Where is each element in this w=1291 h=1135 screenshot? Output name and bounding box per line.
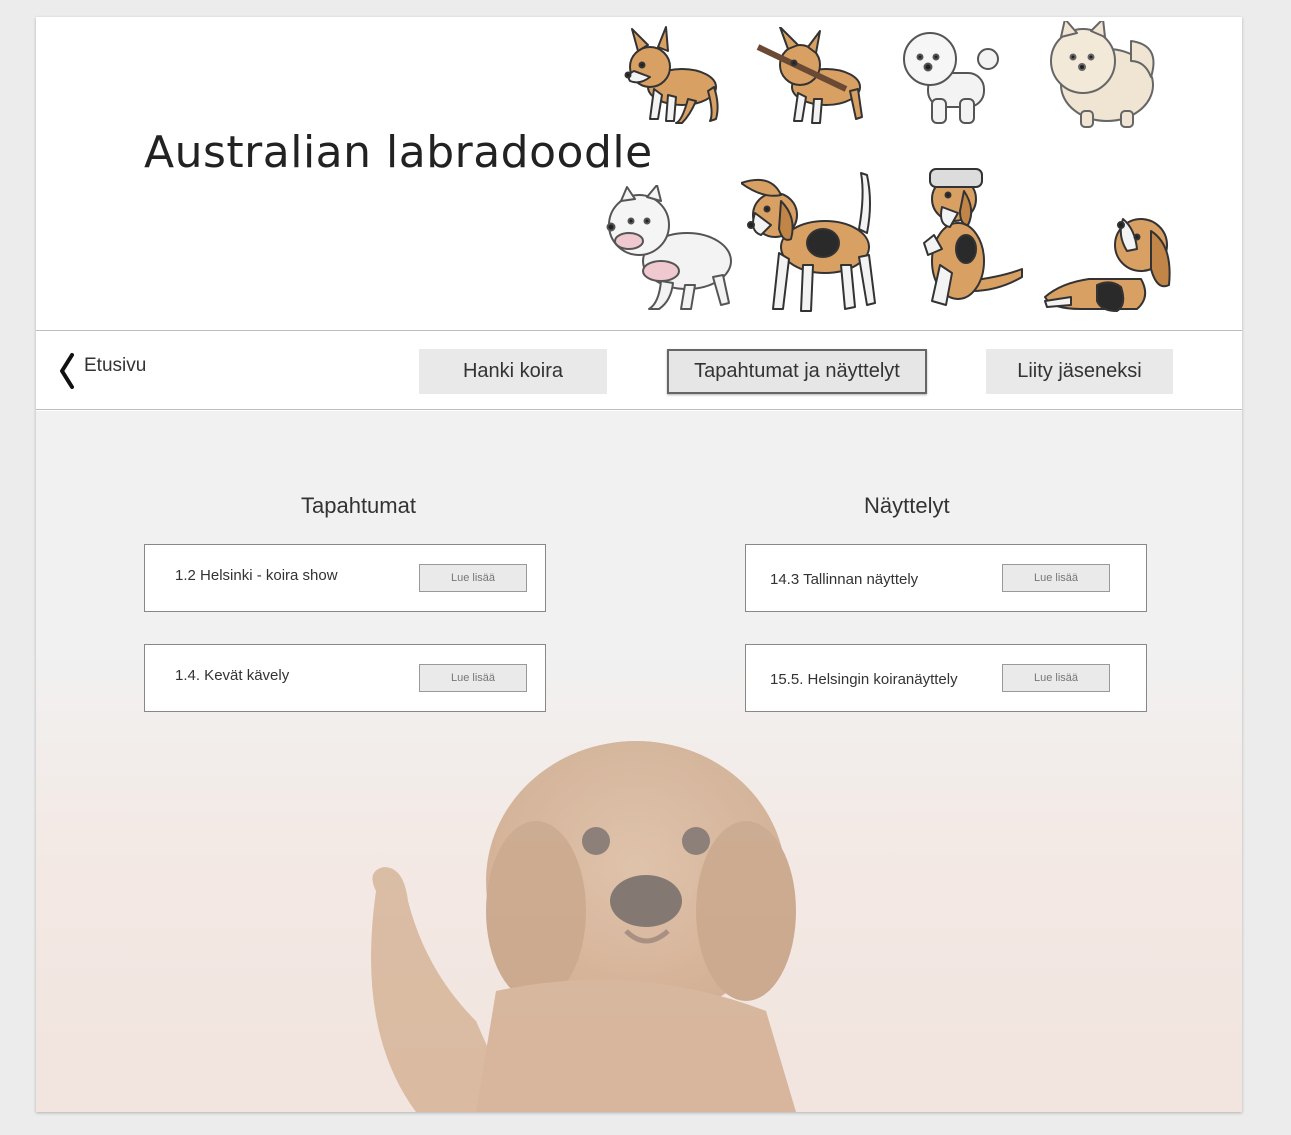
show-card: 14.3 Tallinnan näyttely Lue lisää [745,544,1147,612]
read-more-button[interactable]: Lue lisää [419,664,527,692]
pomeranian-icon [1050,21,1155,128]
show-card: 15.5. Helsingin koiranäyttely Lue lisää [745,644,1147,712]
labradoodle-photo [371,741,796,1112]
beagle-lying-icon [1044,218,1171,312]
bichon-icon [903,32,999,124]
event-card: 1.4. Kevät kävely Lue lisää [144,644,546,712]
read-more-button[interactable]: Lue lisää [1002,564,1110,592]
bulldog-icon [606,185,732,310]
nav-get-dog-button[interactable]: Hanki koira [419,349,607,394]
event-label: 1.2 Helsinki - koira show [175,567,338,584]
beagle-icon [741,172,876,312]
page: Australian labradoodle Etusivu Hanki koi… [36,17,1242,1112]
chevron-left-icon [60,353,74,389]
read-more-button[interactable]: Lue lisää [1002,664,1110,692]
event-label: 1.4. Kevät kävely [175,667,290,684]
read-more-button[interactable]: Lue lisää [419,564,527,592]
corgi-icon [624,26,719,124]
back-link[interactable]: Etusivu [56,351,146,391]
show-label: 14.3 Tallinnan näyttely [770,571,919,588]
header: Australian labradoodle [36,17,1242,330]
site-title: Australian labradoodle [144,127,653,178]
nav-bar: Etusivu Hanki koira Tapahtumat ja näytte… [36,330,1242,410]
beagle-sitting-icon [923,168,1023,306]
shows-title: Näyttelyt [864,493,950,518]
nav-events-shows-button[interactable]: Tapahtumat ja näyttelyt [667,349,927,394]
events-title: Tapahtumat [301,493,416,518]
back-label: Etusivu [84,355,147,376]
event-card: 1.2 Helsinki - koira show Lue lisää [144,544,546,612]
corgi-with-stick-icon [756,27,863,124]
show-label: 15.5. Helsingin koiranäyttely [770,671,958,688]
main-content: Tapahtumat Näyttelyt 1.2 Helsinki - koir… [36,411,1242,1112]
nav-join-member-button[interactable]: Liity jäseneksi [986,349,1173,394]
